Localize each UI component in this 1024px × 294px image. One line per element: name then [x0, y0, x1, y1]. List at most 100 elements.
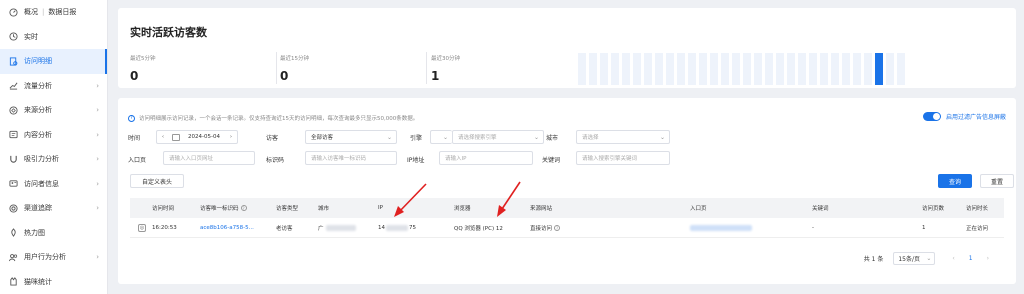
keyword-input-placeholder: 请输入搜索引擎关键词 [582, 156, 638, 162]
visitor-select[interactable]: 全部访客 ⌄ [305, 130, 397, 144]
custom-columns-button[interactable]: 自定义表头 [130, 174, 184, 188]
realtime-bar [765, 53, 773, 85]
document-icon [8, 56, 18, 66]
cell-ip-end: 75 [409, 225, 416, 231]
realtime-bar [853, 53, 861, 85]
col-visitor-id-label: 访客唯一标识码 [200, 206, 239, 212]
users-icon [8, 252, 18, 262]
sidebar-item-cat-stats[interactable]: 猫咪统计 [0, 270, 107, 294]
ip-label: IP地址 [407, 157, 425, 164]
next-page-button[interactable]: › [987, 255, 989, 262]
sidebar-item-user-behavior[interactable]: 用户行为分析 › [0, 245, 107, 270]
stat-value: 0 [280, 69, 289, 83]
reset-button[interactable]: 重置 [980, 174, 1014, 188]
sidebar-item-label: 吸引力分析 [24, 155, 59, 164]
cell-city-text: 广 [318, 226, 324, 232]
prev-day-button[interactable]: ‹ [157, 134, 169, 140]
realtime-bar-chart [578, 53, 905, 85]
keyword-input[interactable]: 请输入搜索引擎关键词 [576, 151, 670, 165]
realtime-bar [809, 53, 817, 85]
help-icon[interactable]: ? [240, 205, 247, 211]
help-icon[interactable]: ? [554, 225, 561, 231]
realtime-bar [589, 53, 597, 85]
sidebar-item-label: 实时 [24, 32, 38, 41]
cell-visitor-id[interactable]: ace8b106-a758-5... [200, 218, 254, 238]
chevron-right-icon: › [96, 253, 99, 262]
cell-source-text: 直接访问 [530, 226, 553, 232]
sidebar-item-channel[interactable]: 渠道追踪 › [0, 196, 107, 221]
page-size-value: 15条/页 [898, 256, 921, 263]
realtime-bar [710, 53, 718, 85]
target-icon [8, 203, 18, 213]
sidebar-item-realtime[interactable]: 实时 [0, 25, 107, 50]
stat-5min: 最近5分钟 0 [130, 54, 280, 83]
sidebar-item-traffic[interactable]: 流量分析 › [0, 74, 107, 99]
visitor-id-input[interactable]: 请输入访客唯一标识码 [305, 151, 397, 165]
redacted-block [386, 225, 408, 231]
city-label: 城市 [546, 135, 559, 142]
next-day-button[interactable]: › [225, 134, 237, 140]
col-keyword: 关键词 [812, 206, 829, 212]
sidebar-item-heatmap[interactable]: 热力图 [0, 221, 107, 246]
sidebar-item-visitor-info[interactable]: 访问者信息 › [0, 172, 107, 197]
realtime-bar [655, 53, 663, 85]
magnet-icon [8, 154, 18, 164]
cell-entry[interactable] [690, 218, 752, 238]
divider [426, 52, 427, 84]
realtime-bar [864, 53, 872, 85]
sidebar: 概况 | 数据日报 实时 访问明细 流量分析 › 来源分析 › 内容分析 › 吸… [0, 0, 108, 294]
city-select[interactable]: 请选择 ⌄ [576, 130, 670, 144]
page-size-select[interactable]: 15条/页 ⌄ [893, 252, 936, 265]
redacted-block [690, 225, 752, 231]
sidebar-item-attraction[interactable]: 吸引力分析 › [0, 147, 107, 172]
daily-report-link[interactable]: 数据日报 [48, 7, 76, 17]
redacted-block [325, 225, 356, 231]
realtime-bar [875, 53, 883, 85]
prev-page-button[interactable]: ‹ [952, 255, 954, 262]
sidebar-item-visit-detail[interactable]: 访问明细 [0, 49, 107, 74]
sidebar-item-label: 访问者信息 [24, 179, 59, 188]
engine-label: 引擎 [410, 135, 423, 142]
date-picker[interactable]: ‹ 2024-05-04 › [156, 130, 238, 144]
realtime-bar [699, 53, 707, 85]
realtime-bar [886, 53, 894, 85]
sidebar-item-overview[interactable]: 概况 | 数据日报 [0, 0, 107, 25]
sidebar-item-content[interactable]: 内容分析 › [0, 123, 107, 148]
sidebar-item-label: 内容分析 [24, 130, 52, 139]
sidebar-item-label: 渠道追踪 [24, 204, 52, 213]
col-city: 城市 [318, 206, 330, 212]
chevron-down-icon: ⌄ [533, 133, 539, 141]
page-number[interactable]: 1 [969, 255, 973, 262]
realtime-bar [721, 53, 729, 85]
table-row[interactable]: ◎ 16:20:53 ace8b106-a758-5... 老访客 广 14 7… [130, 218, 1004, 238]
info-tip-text: 访问明细展示访问记录，一个会话一条记录。仅支持查询近15天的访问明细，每次查询最… [139, 116, 419, 122]
sidebar-item-label: 流量分析 [24, 81, 52, 90]
stat-label: 最近15分钟 [280, 56, 309, 62]
visitor-id-input-placeholder: 请输入访客唯一标识码 [311, 156, 367, 162]
visitor-icon [8, 179, 18, 189]
chevron-right-icon: › [96, 81, 99, 90]
pagination: 共 1 条 15条/页 ⌄ ‹ 1 › [864, 252, 996, 265]
cell-visit-time: 16:20:53 [152, 225, 177, 231]
entry-input[interactable]: 请输入入口页网址 [163, 151, 255, 165]
sidebar-item-source[interactable]: 来源分析 › [0, 98, 107, 123]
ad-filter-toggle[interactable] [922, 112, 941, 121]
calendar-icon [172, 133, 180, 141]
query-button[interactable]: 查询 [938, 174, 972, 188]
realtime-bar [688, 53, 696, 85]
chevron-down-icon: ⌄ [659, 133, 665, 141]
cell-ip-start: 14 [378, 225, 385, 231]
cell-source: 直接访问 ? [530, 218, 561, 238]
stat-value: 1 [431, 69, 440, 83]
realtime-bar [666, 53, 674, 85]
col-visitor-id: 访客唯一标识码 ? [200, 198, 247, 218]
engine-type-select[interactable]: ⌄ [430, 130, 452, 144]
view-detail-icon[interactable]: ◎ [138, 218, 146, 238]
realtime-bar [743, 53, 751, 85]
cell-duration: 正在访问 [966, 226, 989, 232]
engine-select[interactable]: 请选择搜索引擎 ⌄ [452, 130, 544, 144]
realtime-bar [897, 53, 905, 85]
ip-input[interactable]: 请输入IP [439, 151, 533, 165]
cell-ip: 14 75 [378, 218, 416, 238]
realtime-bar [842, 53, 850, 85]
